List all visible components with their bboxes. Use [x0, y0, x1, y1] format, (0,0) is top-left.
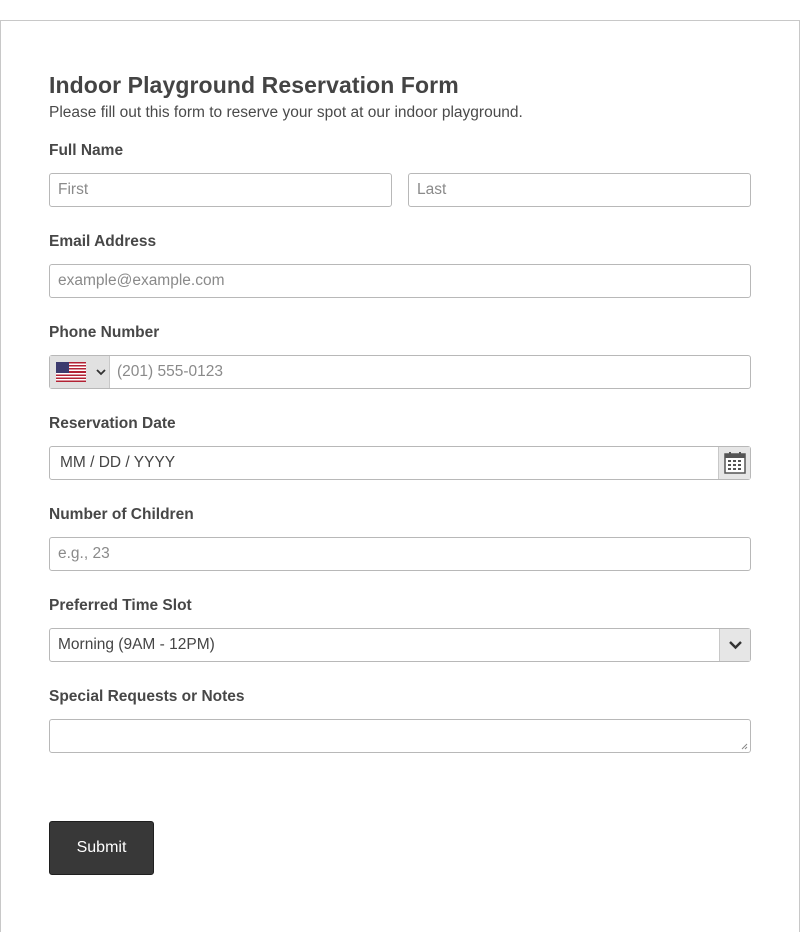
time-slot-dropdown-button[interactable] — [719, 629, 750, 661]
time-slot-select[interactable]: Morning (9AM - 12PM) — [49, 628, 751, 662]
phone-placeholder: (201) 555-0123 — [117, 363, 223, 380]
calendar-icon — [724, 452, 746, 474]
resize-handle-icon[interactable] — [741, 743, 748, 750]
calendar-button[interactable] — [718, 447, 750, 479]
last-name-input[interactable]: Last — [408, 173, 751, 207]
email-label: Email Address — [49, 233, 157, 250]
first-name-input[interactable]: First — [49, 173, 392, 207]
notes-textarea[interactable] — [49, 719, 751, 753]
us-flag-icon — [56, 362, 86, 382]
form-subtitle: Please fill out this form to reserve you… — [49, 104, 523, 121]
notes-label: Special Requests or Notes — [49, 688, 245, 705]
reservation-date-label: Reservation Date — [49, 415, 176, 432]
children-label: Number of Children — [49, 506, 194, 523]
last-name-placeholder: Last — [417, 181, 447, 198]
submit-button[interactable]: Submit — [49, 821, 154, 875]
chevron-down-icon — [729, 641, 742, 650]
form-title: Indoor Playground Reservation Form — [49, 72, 459, 98]
children-input[interactable]: e.g., 23 — [49, 537, 751, 571]
first-name-placeholder: First — [58, 181, 89, 198]
phone-label: Phone Number — [49, 324, 160, 341]
reservation-date-input[interactable]: MM / DD / YYYY — [49, 446, 751, 480]
full-name-label: Full Name — [49, 142, 124, 159]
date-placeholder: MM / DD / YYYY — [60, 454, 176, 471]
time-slot-selected: Morning (9AM - 12PM) — [58, 636, 215, 653]
country-code-dropdown[interactable] — [50, 356, 110, 388]
time-slot-label: Preferred Time Slot — [49, 597, 192, 614]
email-placeholder: example@example.com — [58, 272, 225, 289]
email-input[interactable]: example@example.com — [49, 264, 751, 298]
children-placeholder: e.g., 23 — [58, 545, 110, 562]
chevron-down-icon — [96, 369, 106, 376]
